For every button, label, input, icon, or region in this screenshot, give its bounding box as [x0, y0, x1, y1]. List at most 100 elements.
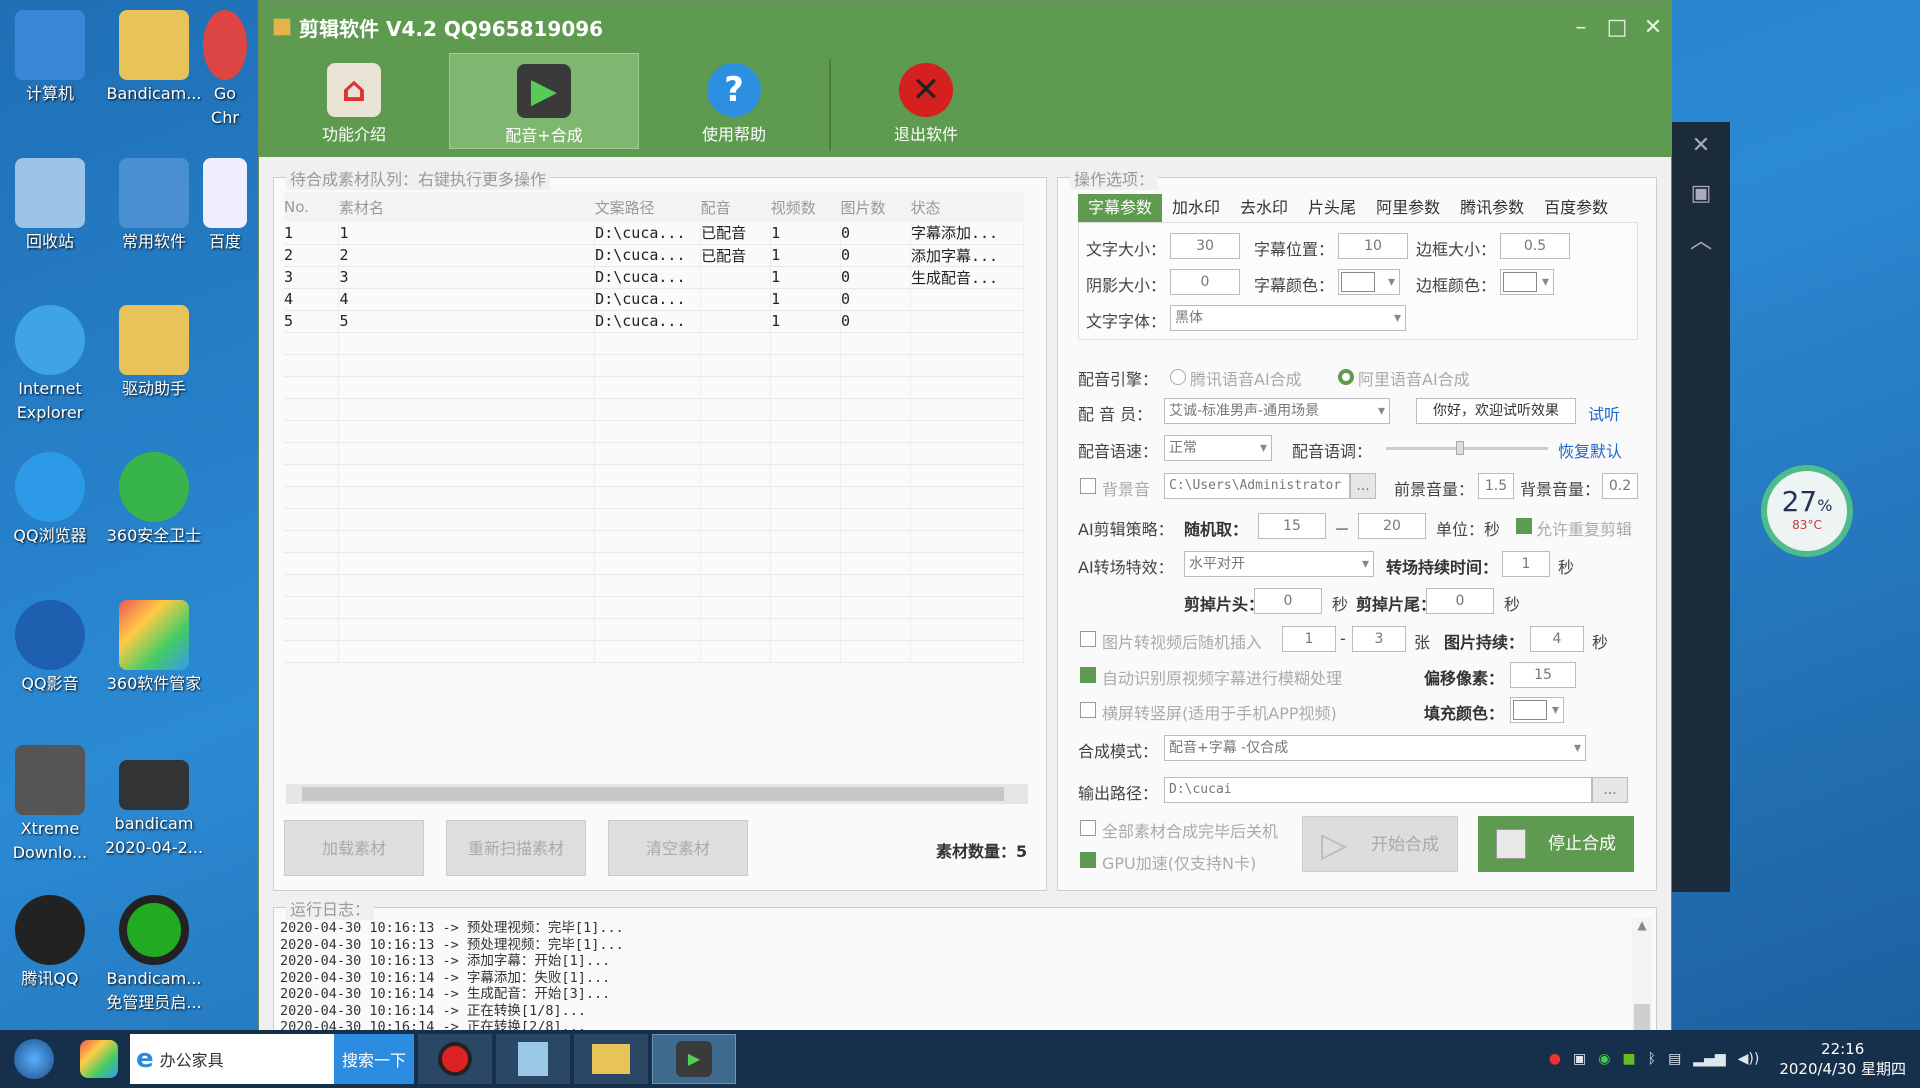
allow-repeat-checkbox[interactable]	[1516, 518, 1532, 534]
desktop-icon-bandicam-admin[interactable]: Bandicam... 免管理员启...	[104, 895, 204, 1015]
trim-tail-input[interactable]: 0	[1426, 588, 1494, 614]
desktop-icon-chrome[interactable]: Go Chr	[200, 10, 250, 130]
tab-subtitle[interactable]: 字幕参数	[1078, 194, 1163, 222]
table-row[interactable]	[284, 530, 1025, 553]
bgm-browse-button[interactable]: ...	[1350, 473, 1376, 499]
table-row[interactable]	[284, 618, 1025, 641]
horizontal-scrollbar[interactable]	[286, 784, 1028, 804]
table-row[interactable]: 3 3 D:\cuca... 1 0 生成配音...	[284, 266, 1025, 289]
output-browse-button[interactable]: ...	[1592, 777, 1628, 803]
gpu-checkbox[interactable]	[1080, 852, 1096, 868]
desktop-icon-bandicam-video[interactable]: bandicam 2020-04-2...	[104, 760, 204, 860]
preview-text-input[interactable]: 你好，欢迎试听效果	[1416, 398, 1576, 424]
radio-ali-engine[interactable]	[1338, 369, 1354, 385]
speaker-select[interactable]: 艾诚-标准男声-通用场景	[1164, 398, 1390, 424]
table-row[interactable]	[284, 420, 1025, 443]
volume-icon[interactable]: ◀))	[1738, 1051, 1760, 1067]
tool-dub-compose[interactable]: ▶ 配音+合成	[449, 53, 639, 149]
shutdown-checkbox[interactable]	[1080, 820, 1096, 836]
table-row[interactable]: 1 1 D:\cuca... 已配音 1 0 字幕添加...	[284, 222, 1025, 245]
reset-default-link[interactable]: 恢复默认	[1558, 438, 1622, 462]
signal-icon[interactable]: ▂▄▆	[1693, 1051, 1725, 1067]
chevron-up-icon[interactable]: ︿	[1672, 218, 1730, 266]
table-row[interactable]: 5 5 D:\cuca... 1 0	[284, 310, 1025, 333]
column-header[interactable]: 视频数	[770, 192, 841, 222]
preview-link[interactable]: 试听	[1588, 401, 1620, 425]
desktop-icon-recycle-bin[interactable]: 回收站	[0, 158, 100, 254]
table-row[interactable]	[284, 486, 1025, 509]
column-header[interactable]: 素材名	[338, 192, 595, 222]
column-header[interactable]: No.	[284, 192, 339, 222]
transition-duration-input[interactable]: 1	[1502, 551, 1550, 577]
bluetooth-icon[interactable]: ᛒ	[1648, 1051, 1656, 1067]
taskbar-app-notepad[interactable]	[496, 1034, 570, 1084]
border-color-picker[interactable]	[1500, 269, 1554, 295]
table-row[interactable]	[284, 354, 1025, 377]
maximize-button[interactable]: □	[1599, 15, 1635, 40]
log-scrollbar[interactable]: ▲	[1632, 918, 1652, 1034]
table-row[interactable]	[284, 442, 1025, 465]
360-tray-icon[interactable]: ◉	[1598, 1051, 1610, 1067]
desktop-icon-baidu[interactable]: 百度	[200, 158, 250, 254]
table-row[interactable]	[284, 508, 1025, 531]
table-row[interactable]	[284, 332, 1025, 355]
table-row[interactable]	[284, 398, 1025, 421]
clear-material-button[interactable]: 清空素材	[608, 820, 748, 876]
taskbar-app-360[interactable]	[72, 1034, 126, 1084]
front-volume-input[interactable]: 1.5	[1478, 473, 1514, 499]
close-icon[interactable]: ✕	[1672, 122, 1730, 170]
output-path-input[interactable]: D:\cucai	[1164, 777, 1592, 803]
subtitle-blur-checkbox[interactable]	[1080, 667, 1096, 683]
image-insert-checkbox[interactable]	[1080, 631, 1096, 647]
taskbar-app-explorer[interactable]	[574, 1034, 648, 1084]
load-material-button[interactable]: 加载素材	[284, 820, 424, 876]
tool-help[interactable]: ? 使用帮助	[639, 53, 829, 149]
image-min-input[interactable]: 1	[1282, 626, 1336, 652]
compose-mode-select[interactable]: 配音+字幕 -仅合成	[1164, 735, 1586, 761]
network-drive-icon[interactable]: ▣	[1573, 1051, 1586, 1067]
taskbar-app-editor[interactable]: ▶	[652, 1034, 736, 1084]
minimize-button[interactable]: –	[1563, 15, 1599, 40]
desktop-icon-driver-helper[interactable]: 驱动助手	[104, 305, 204, 401]
column-header[interactable]: 配音	[700, 192, 771, 222]
table-row[interactable]: 4 4 D:\cuca... 1 0	[284, 288, 1025, 311]
column-header[interactable]: 文案路径	[594, 192, 701, 222]
taskbar-clock[interactable]: 22:16 2020/4/30 星期四	[1765, 1039, 1920, 1079]
camera-icon[interactable]: ▣	[1672, 170, 1730, 218]
table-row[interactable]	[284, 640, 1025, 663]
record-tray-icon[interactable]: ●	[1549, 1051, 1561, 1067]
back-volume-input[interactable]: 0.2	[1602, 473, 1638, 499]
column-header[interactable]: 图片数	[840, 192, 911, 222]
tool-intro[interactable]: ⌂ 功能介绍	[259, 53, 449, 149]
desktop-icon-360-security[interactable]: 360安全卫士	[104, 452, 204, 548]
taskbar-app-recorder[interactable]	[418, 1034, 492, 1084]
desktop-icon-ie[interactable]: Internet Explorer	[0, 305, 100, 425]
tool-exit[interactable]: ✕ 退出软件	[831, 53, 1021, 149]
desktop-icon-qq-player[interactable]: QQ影音	[0, 600, 100, 696]
cut-min-input[interactable]: 15	[1258, 513, 1326, 539]
table-row[interactable]: 2 2 D:\cuca... 已配音 1 0 添加字幕...	[284, 244, 1025, 267]
desktop-icon-xtreme-download[interactable]: Xtreme Downlo...	[0, 745, 100, 865]
subtitle-position-input[interactable]: 10	[1338, 233, 1408, 259]
close-button[interactable]: ✕	[1635, 15, 1671, 40]
tab-tencent[interactable]: 腾讯参数	[1450, 194, 1534, 222]
radio-tencent-engine[interactable]	[1170, 369, 1186, 385]
taskbar-search-button[interactable]: 搜索一下	[334, 1034, 414, 1084]
font-family-select[interactable]: 黑体	[1170, 305, 1406, 331]
start-compose-button[interactable]: ▷ 开始合成	[1302, 816, 1458, 872]
border-size-input[interactable]: 0.5	[1500, 233, 1570, 259]
transition-select[interactable]: 水平对开	[1184, 551, 1374, 577]
desktop-icon-tencent-qq[interactable]: 腾讯QQ	[0, 895, 100, 991]
voice-speed-select[interactable]: 正常	[1164, 435, 1272, 461]
slider-thumb[interactable]	[1456, 441, 1464, 455]
table-row[interactable]	[284, 464, 1025, 487]
nvidia-icon[interactable]: ■	[1622, 1051, 1635, 1067]
scrollbar-thumb[interactable]	[302, 787, 1004, 801]
offset-pixels-input[interactable]: 15	[1510, 662, 1576, 688]
stop-compose-button[interactable]: 停止合成	[1478, 816, 1634, 872]
desktop-icon-360-software[interactable]: 360软件管家	[104, 600, 204, 696]
bgm-checkbox[interactable]	[1080, 478, 1096, 494]
tab-ali[interactable]: 阿里参数	[1366, 194, 1450, 222]
tab-watermark-remove[interactable]: 去水印	[1230, 194, 1298, 222]
shadow-size-input[interactable]: 0	[1170, 269, 1240, 295]
